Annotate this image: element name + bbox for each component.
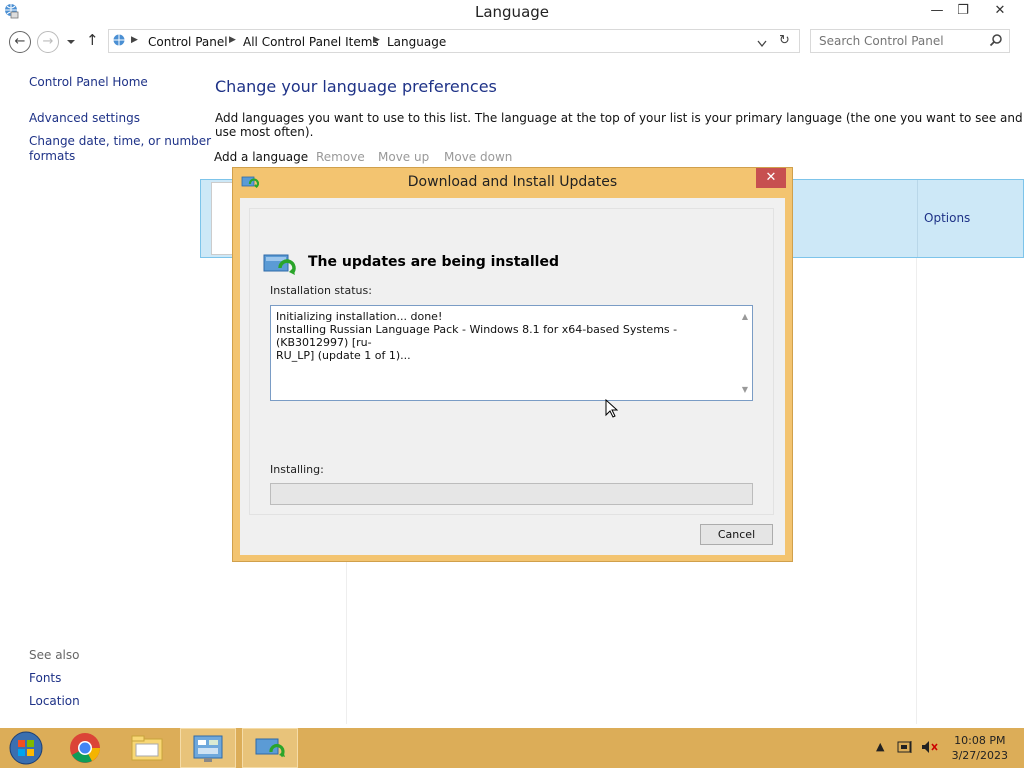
scroll-up-arrow-icon[interactable]: ▲ <box>742 310 748 323</box>
taskbar-chrome[interactable] <box>58 728 114 768</box>
see-also-heading: See also <box>29 648 80 662</box>
address-bar[interactable]: ▶ Control Panel ▶ All Control Panel Item… <box>108 29 800 53</box>
change-date-time-link-continued[interactable]: formats <box>29 149 75 163</box>
refresh-icon[interactable]: ↻ <box>779 33 790 48</box>
installation-status-label: Installation status: <box>270 284 372 297</box>
advanced-settings-link[interactable]: Advanced settings <box>29 111 140 125</box>
taskbar-file-explorer[interactable] <box>120 728 176 768</box>
back-button[interactable]: ← <box>9 31 31 53</box>
windows-update-taskbar-icon <box>254 735 288 766</box>
clock-date: 3/27/2023 <box>951 749 1008 762</box>
page-description: Add languages you want to use to this li… <box>215 111 1023 139</box>
status-line: Initializing installation... done! <box>276 310 443 323</box>
search-icon[interactable] <box>989 33 1003 50</box>
breadcrumb-all-items[interactable]: All Control Panel Items <box>243 35 379 49</box>
show-hidden-icons-icon[interactable]: ▲ <box>876 740 884 753</box>
move-down-button[interactable]: Move down <box>444 150 512 164</box>
breadcrumb-separator[interactable]: ▶ <box>229 35 236 45</box>
breadcrumb-separator[interactable]: ▶ <box>131 35 138 45</box>
clock-time: 10:08 PM <box>954 734 1006 747</box>
start-button[interactable] <box>0 728 56 768</box>
system-clock[interactable]: 10:08 PM 3/27/2023 <box>952 733 1008 763</box>
up-button[interactable]: ↑ <box>86 31 99 49</box>
location-link[interactable]: Location <box>29 694 80 708</box>
breadcrumb-language[interactable]: Language <box>387 35 446 49</box>
breadcrumb-control-panel[interactable]: Control Panel <box>148 35 228 49</box>
windows-start-orb-icon <box>9 731 43 768</box>
volume-muted-icon[interactable] <box>921 740 939 757</box>
installation-status-textbox[interactable]: Initializing installation... done! Insta… <box>270 305 753 401</box>
installation-progress-bar <box>270 483 753 505</box>
file-explorer-icon <box>130 734 164 765</box>
search-input[interactable] <box>817 33 987 49</box>
control-panel-location-icon <box>111 33 127 52</box>
recent-locations-dropdown-icon[interactable] <box>66 35 76 49</box>
cancel-button[interactable]: Cancel <box>700 524 773 545</box>
address-row: ← → ↑ ▶ Control Panel ▶ All Control Pane… <box>0 27 1024 55</box>
scroll-down-arrow-icon[interactable]: ▼ <box>742 383 748 396</box>
windows-update-large-icon <box>262 250 298 283</box>
options-link[interactable]: Options <box>924 211 970 225</box>
dialog-title: Download and Install Updates <box>407 174 618 190</box>
move-up-button[interactable]: Move up <box>378 150 429 164</box>
chrome-icon <box>69 732 101 767</box>
list-column-separator <box>917 180 918 257</box>
search-box[interactable] <box>810 29 1010 53</box>
close-button[interactable]: ✕ <box>986 0 1014 22</box>
installing-label: Installing: <box>270 463 324 476</box>
add-language-button[interactable]: Add a language <box>214 150 308 164</box>
forward-button[interactable]: → <box>37 31 59 53</box>
list-divider <box>916 258 917 724</box>
dialog-heading: The updates are being installed <box>308 254 559 270</box>
window-title: Language <box>474 3 550 21</box>
dialog-body: The updates are being installed Installa… <box>240 198 785 555</box>
restore-button[interactable]: ❐ <box>950 0 976 22</box>
taskbar-control-panel[interactable] <box>180 728 236 768</box>
minimize-button[interactable]: — <box>924 0 950 22</box>
control-panel-icon <box>192 734 224 767</box>
change-date-time-link[interactable]: Change date, time, or number <box>29 134 211 148</box>
mouse-cursor-icon <box>605 398 619 422</box>
action-center-flag-icon[interactable] <box>897 740 915 757</box>
taskbar: ▲ 10:08 PM 3/27/2023 <box>0 728 1024 768</box>
address-history-dropdown-icon[interactable] <box>757 37 767 51</box>
taskbar-windows-update[interactable] <box>242 728 298 768</box>
breadcrumb-separator[interactable]: ▶ <box>373 35 380 45</box>
fonts-link[interactable]: Fonts <box>29 671 61 685</box>
window-title-bar: Language — ❐ ✕ <box>0 0 1024 24</box>
download-install-updates-dialog: Download and Install Updates ✕ The updat… <box>232 167 793 562</box>
remove-button[interactable]: Remove <box>316 150 365 164</box>
status-line: RU_LP] (update 1 of 1)... <box>276 349 411 362</box>
status-line: Installing Russian Language Pack - Windo… <box>276 323 678 349</box>
dialog-close-button[interactable]: ✕ <box>756 168 786 188</box>
control-panel-home-link[interactable]: Control Panel Home <box>29 75 148 89</box>
page-title: Change your language preferences <box>215 77 497 96</box>
